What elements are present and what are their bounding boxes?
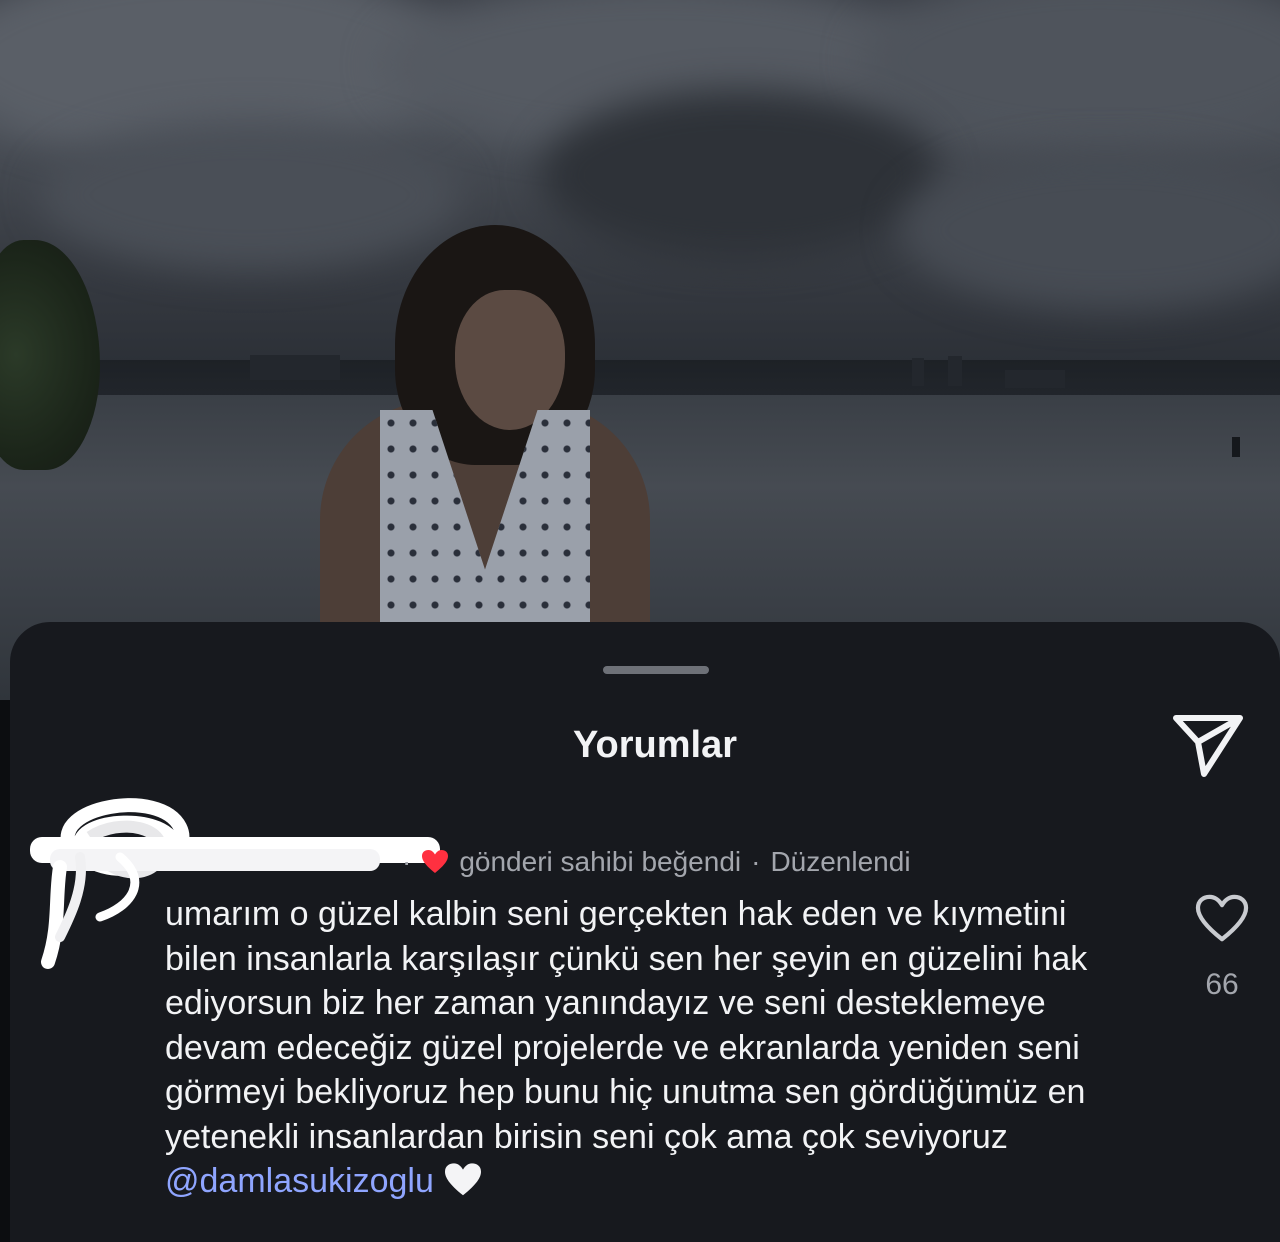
buoy [1232, 437, 1240, 457]
person-face [455, 290, 565, 430]
liked-by-author-label: gönderi sahibi beğendi [459, 846, 742, 877]
cloud-shape [540, 90, 940, 260]
post-photo [0, 0, 1280, 700]
meta-separator: · [402, 846, 412, 877]
like-count: 66 [1205, 968, 1239, 1001]
cloud-shape [900, 150, 1280, 310]
city-skyline [948, 356, 962, 386]
city-skyline [1005, 370, 1065, 388]
heart-outline-icon[interactable] [1195, 894, 1249, 944]
meta-separator: · [751, 846, 761, 877]
drag-handle[interactable] [603, 666, 709, 674]
edited-label: Düzenlendi [770, 846, 911, 877]
sheet-title: Yorumlar [572, 724, 737, 766]
mention-link[interactable]: @damlasukizoglu [165, 1162, 434, 1200]
city-skyline [250, 355, 340, 380]
red-heart-icon [421, 849, 449, 875]
cloud-shape [40, 120, 460, 270]
cloud-shape [860, 0, 1280, 150]
city-skyline [912, 358, 924, 386]
comment-text: umarım o güzel kalbin seni gerçekten hak… [165, 895, 1088, 1156]
comment-body: umarım o güzel kalbin seni gerçekten hak… [165, 892, 1125, 1204]
send-icon[interactable] [1168, 708, 1250, 784]
tree-foliage [0, 240, 100, 470]
comments-sheet: Yorumlar · gönderi sahibi beğendi · Düze… [10, 622, 1280, 1242]
white-heart-icon [443, 1162, 483, 1198]
distant-shore [0, 360, 1280, 400]
comment-meta: · gönderi sahibi beğendi · Düzenlendi [402, 844, 911, 880]
